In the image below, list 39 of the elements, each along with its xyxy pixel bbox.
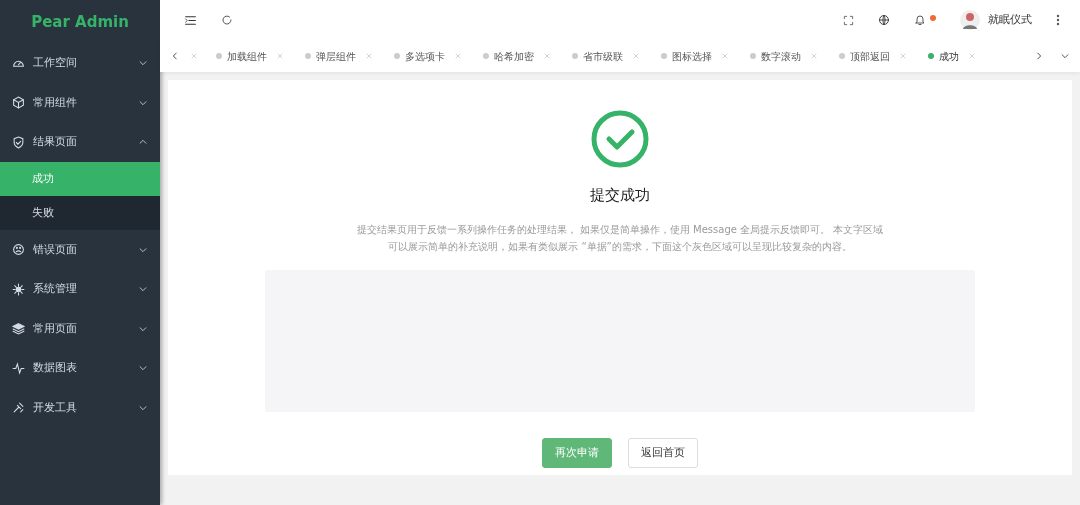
more-icon[interactable] xyxy=(1056,14,1060,26)
tab[interactable]: 加载组件 xyxy=(227,48,267,64)
tab[interactable]: 弹层组件 xyxy=(316,48,356,64)
tab[interactable]: 省市级联 xyxy=(583,48,623,64)
sidebar-item[interactable]: 结果页面 xyxy=(0,122,160,162)
tab[interactable]: 成功 xyxy=(939,48,959,64)
pulse-icon xyxy=(12,361,25,375)
sidebar-item[interactable]: 开发工具 xyxy=(0,388,160,428)
bell-icon[interactable] xyxy=(914,14,926,26)
chevron-left-icon[interactable] xyxy=(170,51,180,61)
layers-icon xyxy=(12,322,25,336)
sidebar-item[interactable]: 工作空间 xyxy=(0,43,160,83)
submenu-item[interactable]: 失败 xyxy=(0,196,160,230)
sidebar-item[interactable]: 常用组件 xyxy=(0,83,160,123)
result-title: 提交成功 xyxy=(590,185,650,206)
gear-icon xyxy=(12,282,25,296)
tab[interactable]: 图标选择 xyxy=(672,48,712,64)
cube-icon xyxy=(12,96,25,110)
tab[interactable]: 数字滚动 xyxy=(761,48,801,64)
sad-face-icon xyxy=(12,243,25,257)
sidebar-item[interactable]: 系统管理 xyxy=(0,269,160,309)
menu-icon[interactable] xyxy=(184,13,197,27)
tools-icon xyxy=(12,401,25,415)
tab[interactable]: 哈希加密 xyxy=(494,48,534,64)
chevron-right-icon[interactable] xyxy=(1034,51,1044,61)
shield-check-icon xyxy=(12,135,25,149)
sidebar-item[interactable]: 数据图表 xyxy=(0,348,160,388)
tab[interactable]: 顶部返回 xyxy=(850,48,890,64)
sidebar-item[interactable]: 常用页面 xyxy=(0,309,160,349)
user-name[interactable]: 就眠仪式 xyxy=(988,11,1032,29)
sidebar-item[interactable]: 错误页面 xyxy=(0,230,160,270)
chevron-down-icon[interactable] xyxy=(1060,51,1070,61)
home-button[interactable]: 返回首页 xyxy=(628,437,698,468)
avatar-icon[interactable] xyxy=(960,10,980,30)
refresh-icon[interactable] xyxy=(221,14,233,26)
fullscreen-icon[interactable] xyxy=(843,14,854,26)
globe-icon[interactable] xyxy=(878,14,890,26)
tab[interactable]: 多选项卡 xyxy=(405,48,445,64)
logo-text: Pear Admin xyxy=(30,12,130,33)
